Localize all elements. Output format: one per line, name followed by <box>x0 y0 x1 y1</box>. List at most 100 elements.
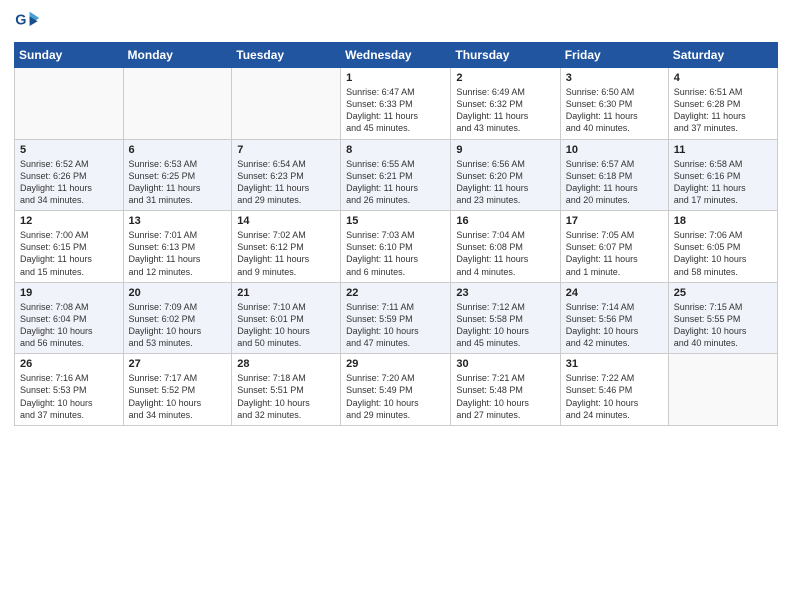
calendar-cell: 15 Sunrise: 7:03 AMSunset: 6:10 PMDayligh… <box>341 211 451 283</box>
day-info: Sunrise: 6:52 AMSunset: 6:26 PMDaylight:… <box>20 158 118 207</box>
day-info: Sunrise: 7:14 AMSunset: 5:56 PMDaylight:… <box>566 301 663 350</box>
day-info: Sunrise: 6:50 AMSunset: 6:30 PMDaylight:… <box>566 86 663 135</box>
day-number: 11 <box>674 144 772 156</box>
day-info: Sunrise: 7:01 AMSunset: 6:13 PMDaylight:… <box>129 229 227 278</box>
calendar-header-thursday: Thursday <box>451 43 560 68</box>
day-info: Sunrise: 7:02 AMSunset: 6:12 PMDaylight:… <box>237 229 335 278</box>
calendar-cell: 14 Sunrise: 7:02 AMSunset: 6:12 PMDayligh… <box>232 211 341 283</box>
day-info: Sunrise: 6:54 AMSunset: 6:23 PMDaylight:… <box>237 158 335 207</box>
day-info: Sunrise: 7:03 AMSunset: 6:10 PMDaylight:… <box>346 229 445 278</box>
header: G <box>14 10 778 34</box>
calendar-cell: 23 Sunrise: 7:12 AMSunset: 5:58 PMDayligh… <box>451 282 560 354</box>
calendar-cell: 29 Sunrise: 7:20 AMSunset: 5:49 PMDayligh… <box>341 354 451 426</box>
calendar-cell: 5 Sunrise: 6:52 AMSunset: 6:26 PMDaylight… <box>15 139 124 211</box>
calendar-cell: 11Sunrise: 6:58 AMSunset: 6:16 PMDayligh… <box>668 139 777 211</box>
calendar-header-tuesday: Tuesday <box>232 43 341 68</box>
calendar-cell: 25Sunrise: 7:15 AMSunset: 5:55 PMDayligh… <box>668 282 777 354</box>
calendar-cell <box>123 68 232 140</box>
calendar-week-row: 5 Sunrise: 6:52 AMSunset: 6:26 PMDaylight… <box>15 139 778 211</box>
day-info: Sunrise: 7:11 AMSunset: 5:59 PMDaylight:… <box>346 301 445 350</box>
calendar-cell: 27Sunrise: 7:17 AMSunset: 5:52 PMDayligh… <box>123 354 232 426</box>
day-number: 31 <box>566 358 663 370</box>
day-number: 12 <box>20 215 118 227</box>
calendar-cell: 21 Sunrise: 7:10 AMSunset: 6:01 PMDayligh… <box>232 282 341 354</box>
logo-icon: G <box>14 10 42 34</box>
day-info: Sunrise: 7:09 AMSunset: 6:02 PMDaylight:… <box>129 301 227 350</box>
day-number: 18 <box>674 215 772 227</box>
day-number: 29 <box>346 358 445 370</box>
day-info: Sunrise: 7:20 AMSunset: 5:49 PMDaylight:… <box>346 372 445 421</box>
day-number: 30 <box>456 358 554 370</box>
day-info: Sunrise: 7:22 AMSunset: 5:46 PMDaylight:… <box>566 372 663 421</box>
calendar-cell: 30 Sunrise: 7:21 AMSunset: 5:48 PMDayligh… <box>451 354 560 426</box>
day-number: 27 <box>129 358 227 370</box>
calendar-cell: 6Sunrise: 6:53 AMSunset: 6:25 PMDaylight… <box>123 139 232 211</box>
calendar-cell <box>15 68 124 140</box>
calendar-cell: 12 Sunrise: 7:00 AMSunset: 6:15 PMDayligh… <box>15 211 124 283</box>
day-number: 22 <box>346 287 445 299</box>
day-info: Sunrise: 7:10 AMSunset: 6:01 PMDaylight:… <box>237 301 335 350</box>
day-info: Sunrise: 7:08 AMSunset: 6:04 PMDaylight:… <box>20 301 118 350</box>
day-info: Sunrise: 6:55 AMSunset: 6:21 PMDaylight:… <box>346 158 445 207</box>
page: G SundayMondayTuesdayWednesdayThursdayFr… <box>0 0 792 612</box>
calendar-header-wednesday: Wednesday <box>341 43 451 68</box>
day-number: 21 <box>237 287 335 299</box>
calendar-cell <box>668 354 777 426</box>
day-info: Sunrise: 7:04 AMSunset: 6:08 PMDaylight:… <box>456 229 554 278</box>
day-number: 15 <box>346 215 445 227</box>
day-number: 10 <box>566 144 663 156</box>
day-info: Sunrise: 6:56 AMSunset: 6:20 PMDaylight:… <box>456 158 554 207</box>
day-info: Sunrise: 6:53 AMSunset: 6:25 PMDaylight:… <box>129 158 227 207</box>
calendar-cell: 26Sunrise: 7:16 AMSunset: 5:53 PMDayligh… <box>15 354 124 426</box>
day-info: Sunrise: 6:51 AMSunset: 6:28 PMDaylight:… <box>674 86 772 135</box>
day-number: 25 <box>674 287 772 299</box>
calendar-cell: 28Sunrise: 7:18 AMSunset: 5:51 PMDayligh… <box>232 354 341 426</box>
calendar-header-saturday: Saturday <box>668 43 777 68</box>
day-number: 20 <box>129 287 227 299</box>
calendar-cell: 9Sunrise: 6:56 AMSunset: 6:20 PMDaylight… <box>451 139 560 211</box>
day-number: 8 <box>346 144 445 156</box>
calendar-cell: 13 Sunrise: 7:01 AMSunset: 6:13 PMDayligh… <box>123 211 232 283</box>
calendar-cell: 3 Sunrise: 6:50 AMSunset: 6:30 PMDaylight… <box>560 68 668 140</box>
day-number: 26 <box>20 358 118 370</box>
day-number: 5 <box>20 144 118 156</box>
day-info: Sunrise: 7:21 AMSunset: 5:48 PMDaylight:… <box>456 372 554 421</box>
calendar-week-row: 1 Sunrise: 6:47 AMSunset: 6:33 PMDaylight… <box>15 68 778 140</box>
calendar-week-row: 19 Sunrise: 7:08 AMSunset: 6:04 PMDayligh… <box>15 282 778 354</box>
calendar-table: SundayMondayTuesdayWednesdayThursdayFrid… <box>14 42 778 426</box>
calendar-cell <box>232 68 341 140</box>
calendar-header-sunday: Sunday <box>15 43 124 68</box>
calendar-header-monday: Monday <box>123 43 232 68</box>
calendar-cell: 17 Sunrise: 7:05 AMSunset: 6:07 PMDayligh… <box>560 211 668 283</box>
day-number: 7 <box>237 144 335 156</box>
calendar-cell: 1 Sunrise: 6:47 AMSunset: 6:33 PMDaylight… <box>341 68 451 140</box>
day-number: 13 <box>129 215 227 227</box>
calendar-cell: 16 Sunrise: 7:04 AMSunset: 6:08 PMDayligh… <box>451 211 560 283</box>
calendar-cell: 8 Sunrise: 6:55 AMSunset: 6:21 PMDaylight… <box>341 139 451 211</box>
day-number: 4 <box>674 72 772 84</box>
day-info: Sunrise: 6:49 AMSunset: 6:32 PMDaylight:… <box>456 86 554 135</box>
day-number: 19 <box>20 287 118 299</box>
calendar-cell: 19 Sunrise: 7:08 AMSunset: 6:04 PMDayligh… <box>15 282 124 354</box>
day-number: 23 <box>456 287 554 299</box>
day-info: Sunrise: 6:47 AMSunset: 6:33 PMDaylight:… <box>346 86 445 135</box>
calendar-cell: 24Sunrise: 7:14 AMSunset: 5:56 PMDayligh… <box>560 282 668 354</box>
day-info: Sunrise: 6:57 AMSunset: 6:18 PMDaylight:… <box>566 158 663 207</box>
day-info: Sunrise: 7:06 AMSunset: 6:05 PMDaylight:… <box>674 229 772 278</box>
day-number: 3 <box>566 72 663 84</box>
calendar-week-row: 26Sunrise: 7:16 AMSunset: 5:53 PMDayligh… <box>15 354 778 426</box>
day-number: 16 <box>456 215 554 227</box>
day-number: 17 <box>566 215 663 227</box>
day-info: Sunrise: 7:12 AMSunset: 5:58 PMDaylight:… <box>456 301 554 350</box>
day-info: Sunrise: 7:05 AMSunset: 6:07 PMDaylight:… <box>566 229 663 278</box>
day-number: 1 <box>346 72 445 84</box>
day-info: Sunrise: 7:00 AMSunset: 6:15 PMDaylight:… <box>20 229 118 278</box>
calendar-cell: 22 Sunrise: 7:11 AMSunset: 5:59 PMDayligh… <box>341 282 451 354</box>
calendar-header-row: SundayMondayTuesdayWednesdayThursdayFrid… <box>15 43 778 68</box>
calendar-header-friday: Friday <box>560 43 668 68</box>
calendar-cell: 18 Sunrise: 7:06 AMSunset: 6:05 PMDayligh… <box>668 211 777 283</box>
day-number: 14 <box>237 215 335 227</box>
day-info: Sunrise: 7:18 AMSunset: 5:51 PMDaylight:… <box>237 372 335 421</box>
calendar-week-row: 12 Sunrise: 7:00 AMSunset: 6:15 PMDayligh… <box>15 211 778 283</box>
calendar-cell: 4 Sunrise: 6:51 AMSunset: 6:28 PMDaylight… <box>668 68 777 140</box>
